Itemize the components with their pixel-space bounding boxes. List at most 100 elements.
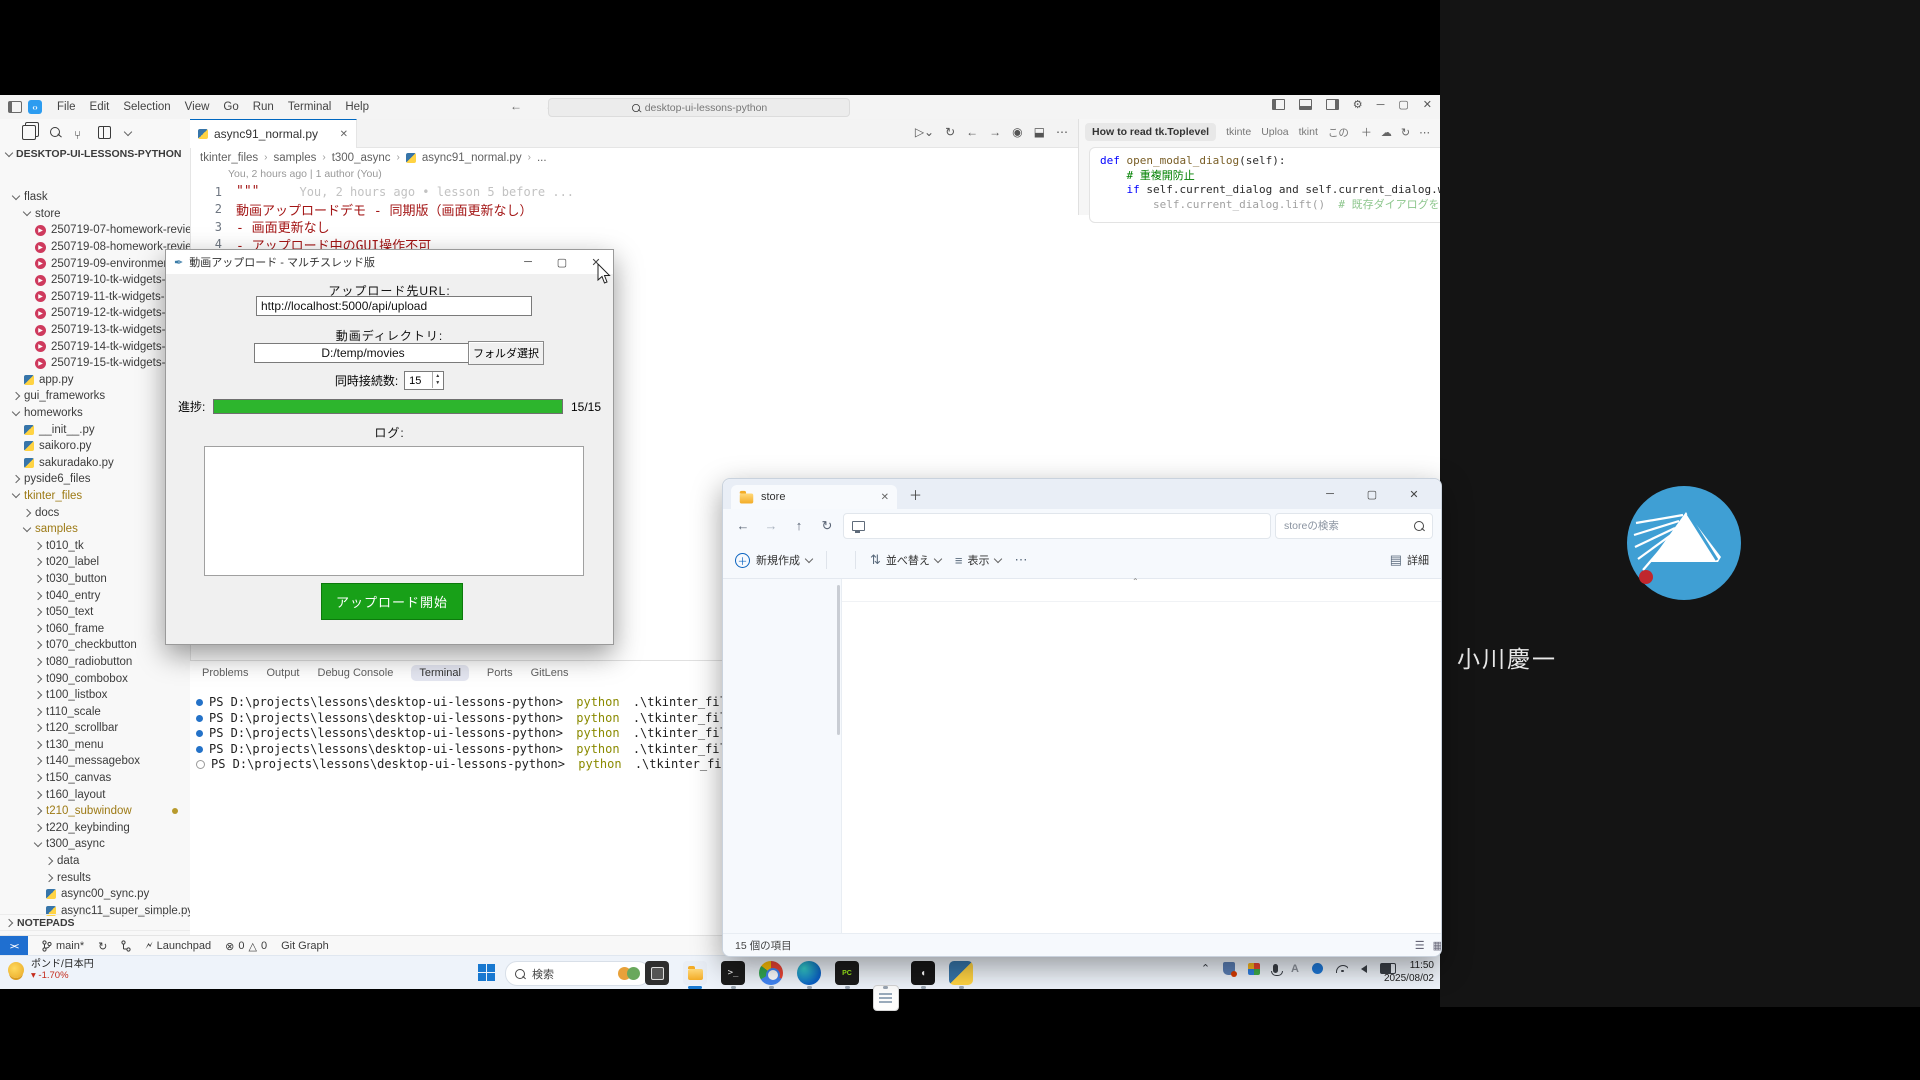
back-icon[interactable]: ←: [966, 125, 978, 139]
forward-icon[interactable]: →: [759, 518, 783, 533]
breadcrumb-item[interactable]: samples: [274, 152, 317, 164]
task-view-button[interactable]: [645, 961, 669, 985]
tree-item[interactable]: data: [0, 853, 190, 870]
close-icon[interactable]: ✕: [1423, 98, 1432, 111]
tree-item[interactable]: ▶250719-11-tk-widgets-how-to-study-widge…: [0, 289, 190, 306]
python-app-button[interactable]: [949, 961, 973, 985]
tree-item[interactable]: results: [0, 869, 190, 886]
tree-item[interactable]: t150_canvas: [0, 770, 190, 787]
path-breadcrumb[interactable]: [843, 513, 1271, 539]
widgets-button[interactable]: ポンド/日本円 ▾ -1.70%: [8, 959, 94, 981]
forward-icon[interactable]: →: [989, 125, 1001, 139]
restore-icon[interactable]: ▢: [1398, 98, 1408, 111]
tree-item[interactable]: t220_keybinding: [0, 820, 190, 837]
tree-item[interactable]: t160_layout: [0, 786, 190, 803]
panel-tab-terminal[interactable]: Terminal: [411, 665, 469, 681]
details-button[interactable]: ▤詳細: [1390, 552, 1429, 568]
tree-item[interactable]: async00_sync.py: [0, 886, 190, 903]
tree-item[interactable]: t080_radiobutton: [0, 654, 190, 671]
upload-start-button[interactable]: アップロード開始: [321, 583, 463, 620]
minimize-icon[interactable]: ─: [1377, 99, 1385, 111]
search-box[interactable]: storeの検索: [1275, 513, 1433, 539]
split-editor-icon[interactable]: ⬓: [1034, 125, 1045, 139]
concurrency-spinbox[interactable]: 15 ▲▼: [404, 371, 444, 390]
explorer-tab-store[interactable]: store ✕: [731, 485, 897, 509]
chat-tab[interactable]: tkint: [1299, 126, 1318, 138]
explorer-view-icon[interactable]: [22, 125, 36, 140]
breadcrumb-item[interactable]: ...: [537, 152, 547, 164]
menu-selection[interactable]: Selection: [116, 101, 177, 113]
git-branch-status[interactable]: main*: [42, 940, 84, 952]
new-button[interactable]: ＋ 新規作成: [735, 552, 812, 568]
chevron-down-icon[interactable]: [124, 128, 132, 136]
url-input[interactable]: http://localhost:5000/api/upload: [256, 296, 532, 316]
tree-item[interactable]: ▶250719-15-tk-widgets-checkout.mp4: [0, 355, 190, 372]
list-view-icon[interactable]: ☰: [1415, 939, 1425, 952]
browser-button[interactable]: [797, 961, 821, 985]
launchpad-status[interactable]: 🗲Launchpad: [145, 940, 211, 953]
tab-async91-normal[interactable]: async91_normal.py ✕: [190, 119, 357, 148]
cloud-icon[interactable]: ☁: [1381, 126, 1392, 139]
close-tab-icon[interactable]: ✕: [340, 129, 348, 140]
tree-item[interactable]: ▶250719-13-tk-widgets-various.mp4: [0, 322, 190, 339]
chat-tab[interactable]: この: [1328, 125, 1349, 140]
maximize-icon[interactable]: ▢: [545, 256, 579, 269]
tree-item[interactable]: app.py: [0, 372, 190, 389]
chat-tab[interactable]: How to read tk.Toplevel: [1085, 123, 1216, 141]
remote-indicator[interactable]: ><: [0, 936, 28, 956]
tray-expand-icon[interactable]: ⌃: [1201, 962, 1210, 975]
tree-item[interactable]: docs: [0, 504, 190, 521]
bluetooth-tray-icon[interactable]: [1312, 963, 1323, 974]
close-icon[interactable]: ✕: [1393, 488, 1435, 501]
back-icon[interactable]: ←: [731, 518, 755, 533]
menu-run[interactable]: Run: [246, 101, 281, 113]
new-chat-icon[interactable]: ＋: [1361, 124, 1372, 140]
panel-tab-ports[interactable]: Ports: [487, 667, 513, 679]
menu-file[interactable]: File: [50, 101, 83, 113]
tree-item[interactable]: gui_frameworks: [0, 388, 190, 405]
chat-tab[interactable]: Uploa: [1261, 126, 1288, 138]
toggle-sidebar-icon[interactable]: [1272, 99, 1285, 110]
panel-tab-debug-console[interactable]: Debug Console: [318, 667, 394, 679]
tree-item[interactable]: ▶250719-12-tk-widgets-choices.mp4: [0, 305, 190, 322]
chrome-button[interactable]: [759, 961, 783, 985]
toggle-secondary-sidebar-icon[interactable]: [1326, 99, 1339, 110]
tree-item[interactable]: t040_entry: [0, 587, 190, 604]
settings-gear-icon[interactable]: ⚙: [1353, 98, 1363, 111]
tree-item[interactable]: tkinter_files: [0, 488, 190, 505]
view-button[interactable]: ≡表示: [955, 552, 1001, 568]
pycharm-button[interactable]: PC: [835, 961, 859, 985]
sort-button[interactable]: ⇅並べ替え: [870, 552, 941, 568]
maximize-icon[interactable]: ▢: [1351, 488, 1393, 501]
tree-item[interactable]: t020_label: [0, 554, 190, 571]
tree-item[interactable]: t110_scale: [0, 703, 190, 720]
codelens-blame[interactable]: You, 2 hours ago | 1 author (You): [228, 168, 382, 180]
notes-app-button[interactable]: ◖: [911, 961, 935, 985]
file-explorer-button[interactable]: [683, 961, 707, 985]
directory-input[interactable]: D:/temp/movies: [254, 343, 472, 363]
volume-icon[interactable]: [1361, 965, 1367, 973]
compare-status[interactable]: [121, 940, 131, 952]
more-icon[interactable]: ⋯: [1419, 126, 1430, 139]
ime-mode-icon[interactable]: A: [1291, 963, 1299, 975]
tree-item[interactable]: t030_button: [0, 571, 190, 588]
extensions-icon[interactable]: [98, 126, 111, 139]
tree-item[interactable]: ▶250719-08-homework-review.mp4: [0, 239, 190, 256]
sync-status[interactable]: ↻: [98, 940, 107, 953]
menu-terminal[interactable]: Terminal: [281, 101, 338, 113]
tree-item[interactable]: saikoro.py: [0, 438, 190, 455]
details-view-icon[interactable]: ▦: [1433, 939, 1442, 952]
security-shield-icon[interactable]: [1223, 962, 1235, 975]
minimize-icon[interactable]: ─: [511, 256, 545, 269]
breadcrumb-item[interactable]: async91_normal.py: [422, 152, 522, 164]
dialog-titlebar[interactable]: ✒ 動画アップロード - マルチスレッド版 ─ ▢ ✕: [166, 250, 613, 274]
toggle-panel-icon[interactable]: [1299, 99, 1312, 110]
panel-tab-problems[interactable]: Problems: [202, 667, 248, 679]
tree-item[interactable]: ▶250719-07-homework-review.mp4: [0, 222, 190, 239]
tree-item[interactable]: sakuradako.py: [0, 455, 190, 472]
tree-item[interactable]: homeworks: [0, 405, 190, 422]
search-view-icon[interactable]: [50, 127, 60, 137]
terminal-app-button[interactable]: >_: [721, 961, 745, 985]
spinner-arrows-icon[interactable]: ▲▼: [432, 372, 442, 388]
scrollbar[interactable]: [837, 585, 840, 735]
